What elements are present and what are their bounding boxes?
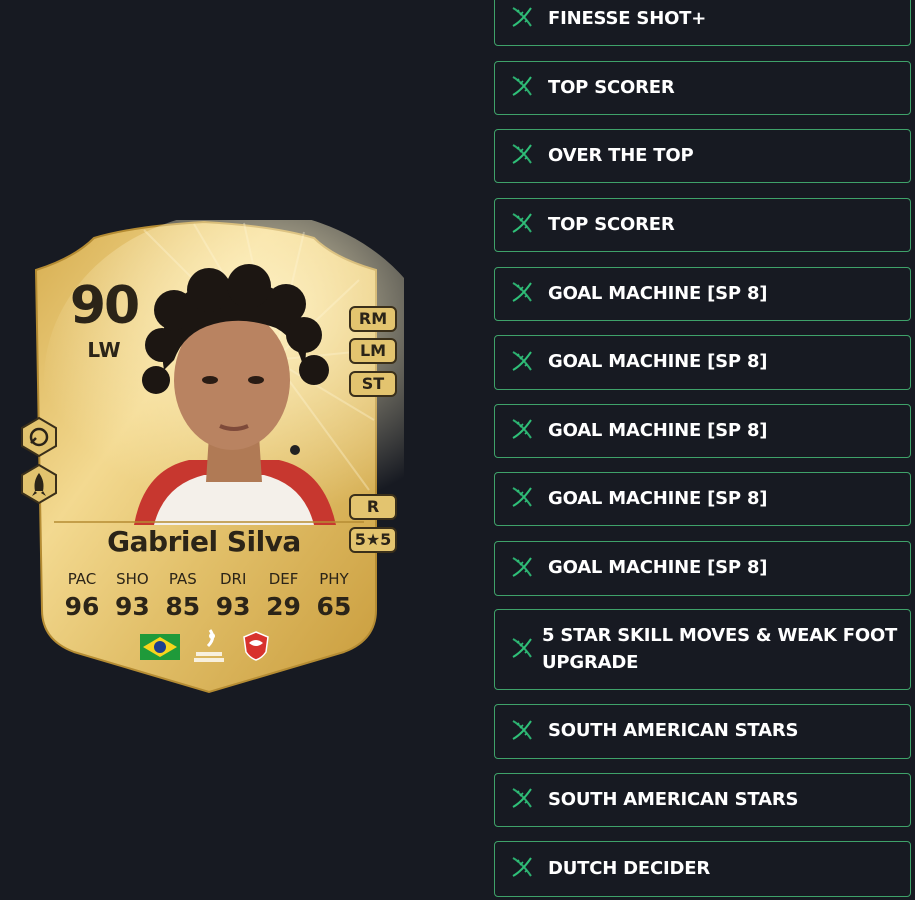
finesse-shot-icon [21, 416, 57, 458]
brazil-flag-icon [140, 634, 180, 660]
stat-label: PAS [168, 570, 197, 588]
stat-label: SHO [116, 570, 149, 588]
stat-label: DRI [219, 570, 247, 588]
playstyle-label: GOAL MACHINE [SP 8] [548, 351, 768, 373]
stat-pas: PAS 85 [159, 570, 207, 621]
skill-weak-foot-badge: 5★5 [349, 527, 397, 553]
stat-value: 96 [64, 592, 100, 621]
playstyle-item[interactable]: 5 STAR SKILL MOVES & WEAK FOOT UPGRADE [494, 609, 911, 690]
playstyle-label: 5 STAR SKILL MOVES & WEAK FOOT UPGRADE [542, 625, 898, 673]
dna-icon [509, 785, 535, 815]
playstyle-label: TOP SCORER [548, 213, 675, 235]
stat-dri: DRI 93 [209, 570, 257, 621]
stat-value: 29 [266, 592, 301, 621]
stats-row: PAC 96 SHO 93 PAS 85 DRI 93 DEF 29 PHY 6… [58, 570, 358, 621]
stat-label: DEF [268, 570, 299, 588]
stat-value: 85 [165, 592, 201, 621]
playstyle-item[interactable]: TOP SCORER [494, 61, 911, 115]
playstyle-item[interactable]: GOAL MACHINE [SP 8] [494, 267, 911, 321]
playstyle-item[interactable]: SOUTH AMERICAN STARS [494, 773, 911, 827]
primary-position: LW [87, 338, 121, 362]
stat-value: 93 [215, 592, 251, 621]
playstyle-item[interactable]: DUTCH DECIDER [494, 841, 911, 897]
dna-icon [509, 717, 535, 747]
playstyle-item[interactable]: FINESSE SHOT+ [494, 0, 911, 46]
dna-icon [509, 279, 535, 309]
playstyle-label: TOP SCORER [548, 76, 675, 98]
alt-position-st: ST [349, 371, 397, 397]
overall-rating: 90 [69, 276, 140, 336]
playstyle-label: GOAL MACHINE [SP 8] [548, 557, 768, 579]
stat-value: 65 [316, 592, 352, 621]
dna-icon [509, 484, 535, 514]
player-name: Gabriel Silva [107, 525, 301, 558]
playstyle-label: GOAL MACHINE [SP 8] [548, 282, 768, 304]
club-crest-icon [243, 631, 269, 661]
stat-def: DEF 29 [260, 570, 308, 621]
playstyle-item[interactable]: SOUTH AMERICAN STARS [494, 704, 911, 759]
playstyle-label: OVER THE TOP [548, 144, 694, 166]
playstyle-label: SOUTH AMERICAN STARS [548, 788, 799, 810]
stat-sho: SHO 93 [108, 570, 156, 621]
playstyle-item[interactable]: GOAL MACHINE [SP 8] [494, 472, 911, 526]
playstyle-item[interactable]: GOAL MACHINE [SP 8] [494, 404, 911, 458]
stat-value: 93 [114, 592, 150, 621]
dna-icon [509, 141, 535, 171]
dna-icon [509, 854, 535, 884]
playstyle-label: GOAL MACHINE [SP 8] [548, 487, 768, 509]
playstyle-item[interactable]: GOAL MACHINE [SP 8] [494, 335, 911, 390]
playstyle-item[interactable]: GOAL MACHINE [SP 8] [494, 541, 911, 596]
dna-icon [509, 4, 535, 34]
stat-label: PHY [319, 570, 349, 588]
liga-portugal-logo [194, 629, 224, 662]
stat-pac: PAC 96 [58, 570, 106, 621]
dna-icon [509, 73, 535, 103]
dna-icon [509, 416, 535, 446]
preferred-foot-badge: R [349, 494, 397, 520]
stat-phy: PHY 65 [310, 570, 358, 621]
stat-label: PAC [67, 570, 97, 588]
playstyle-label: DUTCH DECIDER [548, 857, 711, 879]
dna-icon [509, 635, 535, 665]
power-shot-icon [21, 463, 57, 505]
dna-icon [509, 554, 535, 584]
playstyle-item[interactable]: OVER THE TOP [494, 129, 911, 183]
playstyle-item[interactable]: TOP SCORER [494, 198, 911, 252]
alt-position-lm: LM [349, 338, 397, 364]
dna-icon [509, 210, 535, 240]
playstyle-label: FINESSE SHOT+ [548, 7, 707, 29]
playstyle-label: SOUTH AMERICAN STARS [548, 720, 799, 742]
dna-icon [509, 348, 535, 378]
alt-position-rm: RM [349, 306, 397, 332]
player-card[interactable]: 90 LW RM LM ST R 5★5 Gabriel Silva PAC 9… [14, 220, 404, 700]
playstyle-label: GOAL MACHINE [SP 8] [548, 419, 768, 441]
